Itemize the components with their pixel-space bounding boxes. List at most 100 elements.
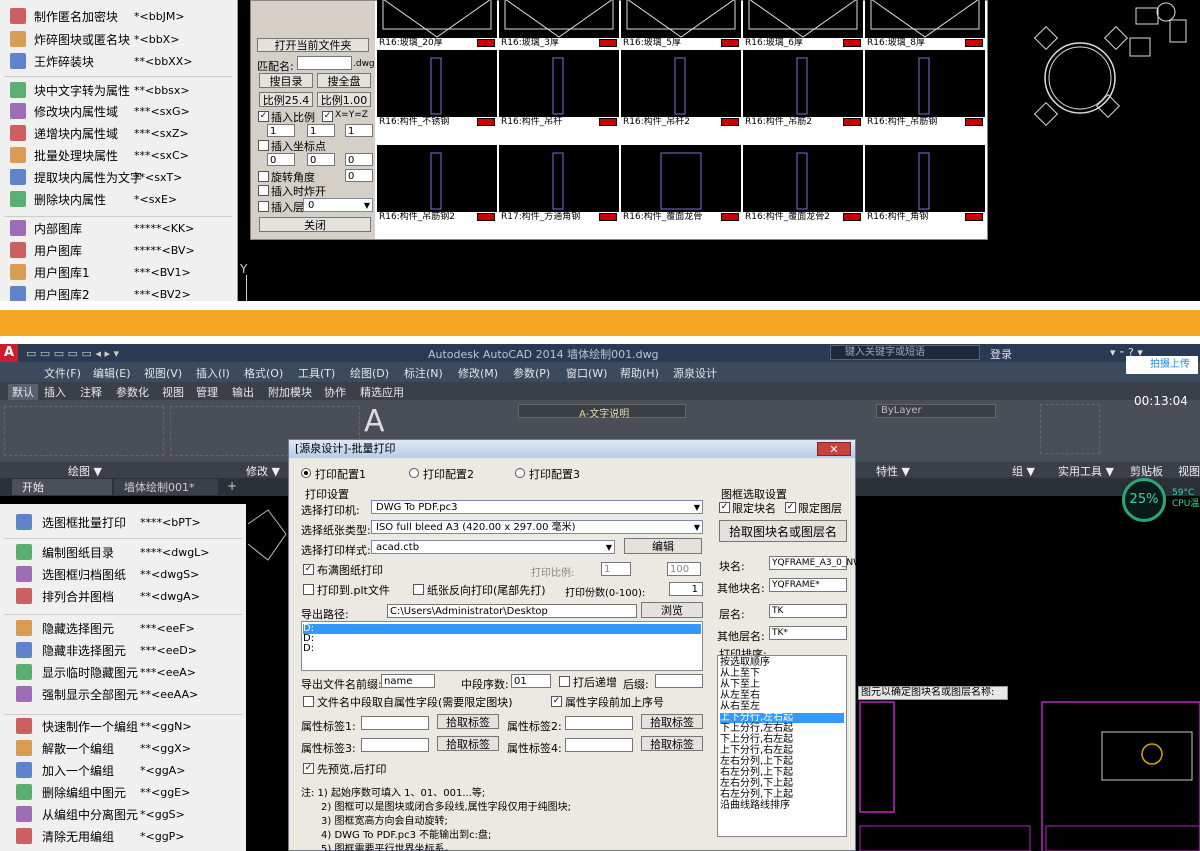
menu-5[interactable]: 工具(T) — [298, 365, 335, 381]
sort-option[interactable]: 下上分行,左右起 — [720, 724, 844, 734]
block-thumbnail[interactable]: R16:构件_吊杆2 — [621, 50, 741, 128]
tab-start[interactable]: 开始 — [12, 479, 112, 495]
menu-item[interactable]: 删除编组中图元 **<ggE> — [0, 781, 246, 803]
block-thumbnail[interactable]: R16:构件_角钢 — [865, 145, 985, 223]
coord-z-input[interactable]: 0 — [345, 153, 373, 166]
block-thumbnail[interactable]: R16:玻璃_6厚 — [743, 0, 863, 49]
limit-layer-checkbox[interactable]: ✓ — [785, 502, 796, 513]
mid-input[interactable]: 01 — [511, 674, 551, 688]
drive-item[interactable]: D: — [303, 634, 427, 644]
rotation-input[interactable]: 0 — [345, 169, 373, 182]
reverse-checkbox[interactable] — [413, 584, 424, 595]
browse-button[interactable]: 浏览 — [641, 602, 703, 618]
menu-item[interactable]: 用户图库 *****<BV> — [0, 239, 236, 261]
block-thumbnail[interactable]: R16:构件_覆面龙骨 — [621, 145, 741, 223]
tab-drawing[interactable]: 墙体绘制001* — [114, 479, 218, 495]
pick-attr2-button[interactable]: 拾取标签 — [641, 714, 703, 729]
block-thumbnail[interactable]: R16:构件_吊筋钢 — [865, 50, 985, 128]
scale-100-button[interactable]: 比例1.00 — [317, 92, 371, 107]
sort-option[interactable]: 左右分列,上下起 — [720, 757, 844, 767]
ribbon-tab-7[interactable]: 附加模块 — [268, 384, 312, 400]
clipboard-panel-label[interactable]: 剪贴板 — [1130, 463, 1163, 479]
menu-6[interactable]: 绘图(D) — [350, 365, 389, 381]
menu-item[interactable]: 快速制作一个编组 **<ggN> — [0, 715, 246, 737]
ribbon-tab-8[interactable]: 协作 — [324, 384, 346, 400]
menu-item[interactable]: 强制显示全部图元 **<eeAA> — [0, 683, 246, 705]
ribbon-tab-4[interactable]: 视图 — [162, 384, 184, 400]
sort-option[interactable]: 上下分行,左右起 — [720, 713, 844, 723]
edit-button[interactable]: 编辑 — [624, 538, 702, 554]
suffix-input[interactable] — [655, 674, 703, 688]
ribbon-tab-9[interactable]: 精选应用 — [360, 384, 404, 400]
menu-item[interactable]: 显示临时隐藏图元 ***<eeA> — [0, 661, 246, 683]
print-scale-a[interactable]: 1 — [601, 562, 631, 576]
draw-panel-label[interactable]: 绘图 ▼ — [68, 463, 102, 479]
menu-item[interactable]: 隐藏选择图元 ***<eeF> — [0, 617, 246, 639]
new-tab-button[interactable]: + — [224, 479, 240, 495]
scale-254-button[interactable]: 比例25.4 — [259, 92, 313, 107]
menu-item[interactable]: 选图框归档图纸 **<dwgS> — [0, 563, 246, 585]
sort-option[interactable]: 右左分列,下上起 — [720, 790, 844, 800]
block-name-input[interactable]: YQFRAME_A3_0_NW — [769, 556, 862, 570]
rotation-checkbox[interactable] — [258, 171, 269, 182]
insert-scale-checkbox[interactable]: ✓ — [258, 111, 269, 122]
autocad-logo-icon[interactable]: A — [0, 344, 18, 362]
menu-item[interactable]: 炸碎图块或匿名块 *<bbX> — [0, 28, 236, 50]
insert-layer-select[interactable]: 0 ▼ — [303, 198, 373, 212]
block-thumbnail[interactable]: R17:构件_方通角钢 — [499, 145, 619, 223]
menu-item[interactable]: 解散一个编组 **<ggX> — [0, 737, 246, 759]
menu-3[interactable]: 插入(I) — [196, 365, 230, 381]
coord-y-input[interactable]: 0 — [307, 153, 335, 166]
mid-from-attr-checkbox[interactable] — [303, 696, 314, 707]
menu-9[interactable]: 参数(P) — [513, 365, 550, 381]
block-thumbnail[interactable]: R16:构件_覆面龙骨2 — [743, 145, 863, 223]
sort-option[interactable]: 上下分行,右左起 — [720, 746, 844, 756]
block-thumbnail[interactable]: R16:构件_吊杆 — [499, 50, 619, 128]
menu-item[interactable]: 用户图库2 ***<BV2> — [0, 283, 236, 301]
text-icon[interactable]: A — [364, 404, 385, 439]
group-panel-label[interactable]: 组 ▼ — [1012, 463, 1035, 479]
text-style-select[interactable]: A-文字说明 — [518, 404, 686, 420]
block-thumbnail[interactable]: R16:构件_吊筋2 — [743, 50, 863, 128]
attr-prefix-checkbox[interactable]: ✓ — [551, 696, 562, 707]
drive-item[interactable]: D: — [303, 644, 427, 654]
drive-list[interactable]: D: D: D: — [301, 621, 703, 671]
layer-name-input[interactable]: TK — [769, 604, 847, 618]
menu-item[interactable]: 用户图库1 ***<BV1> — [0, 261, 236, 283]
menu-item[interactable]: 隐藏非选择图元 ***<eeD> — [0, 639, 246, 661]
ribbon-tab-0[interactable]: 默认 — [8, 384, 38, 400]
menu-item[interactable]: 选图框批量打印 ****<bPT> — [0, 511, 246, 533]
sort-option[interactable]: 从左至右 — [720, 691, 844, 701]
block-thumbnail[interactable]: R16:玻璃_5厚 — [621, 0, 741, 49]
attr2-input[interactable] — [565, 716, 633, 730]
upload-button[interactable]: 拍摄上传 — [1126, 356, 1198, 374]
sort-option[interactable]: 从上至下 — [720, 669, 844, 679]
insert-explode-checkbox[interactable] — [258, 185, 269, 196]
search-dir-button[interactable]: 搜目录 — [259, 73, 313, 88]
menu-item[interactable]: 排列合并图档 **<dwgA> — [0, 585, 246, 607]
menu-item[interactable]: 提取块内属性为文字 **<sxT> — [0, 166, 236, 188]
config1-radio[interactable] — [301, 468, 311, 478]
features-panel-label[interactable]: 特性 ▼ — [876, 463, 910, 479]
prefix-input[interactable]: name — [381, 674, 435, 688]
view-panel-label[interactable]: 视图 — [1178, 463, 1200, 479]
menu-item[interactable]: 删除块内属性 *<sxE> — [0, 188, 236, 210]
attr1-input[interactable] — [361, 716, 429, 730]
menu-item[interactable]: 块中文字转为属性 **<bbsx> — [0, 79, 236, 101]
coord-x-input[interactable]: 0 — [267, 153, 295, 166]
menu-12[interactable]: 源泉设计 — [673, 365, 717, 381]
scale-z-input[interactable]: 1 — [345, 124, 373, 137]
utilities-panel-label[interactable]: 实用工具 ▼ — [1058, 463, 1114, 479]
block-thumbnail[interactable]: R16:构件_吊筋钢2 — [377, 145, 497, 223]
block-thumbnail[interactable]: R16:玻璃_3厚 — [499, 0, 619, 49]
quick-access-toolbar[interactable]: ▭ ▭ ▭ ▭ ▭ ◂ ▸ ▾ — [26, 347, 119, 360]
menu-4[interactable]: 格式(O) — [244, 365, 283, 381]
printer-select[interactable]: DWG To PDF.pc3 ▼ — [371, 500, 703, 514]
menu-item[interactable]: 制作匿名加密块 *<bbJM> — [0, 5, 236, 27]
menu-item[interactable]: 递增块内属性域 ***<sxZ> — [0, 122, 236, 144]
ribbon-tab-6[interactable]: 输出 — [232, 384, 254, 400]
paper-select[interactable]: ISO full bleed A3 (420.00 x 297.00 毫米) ▼ — [371, 520, 703, 534]
other-layer-input[interactable]: TK* — [769, 626, 847, 640]
pick-attr3-button[interactable]: 拾取标签 — [437, 736, 499, 751]
close-button[interactable]: 关闭 — [259, 217, 371, 232]
